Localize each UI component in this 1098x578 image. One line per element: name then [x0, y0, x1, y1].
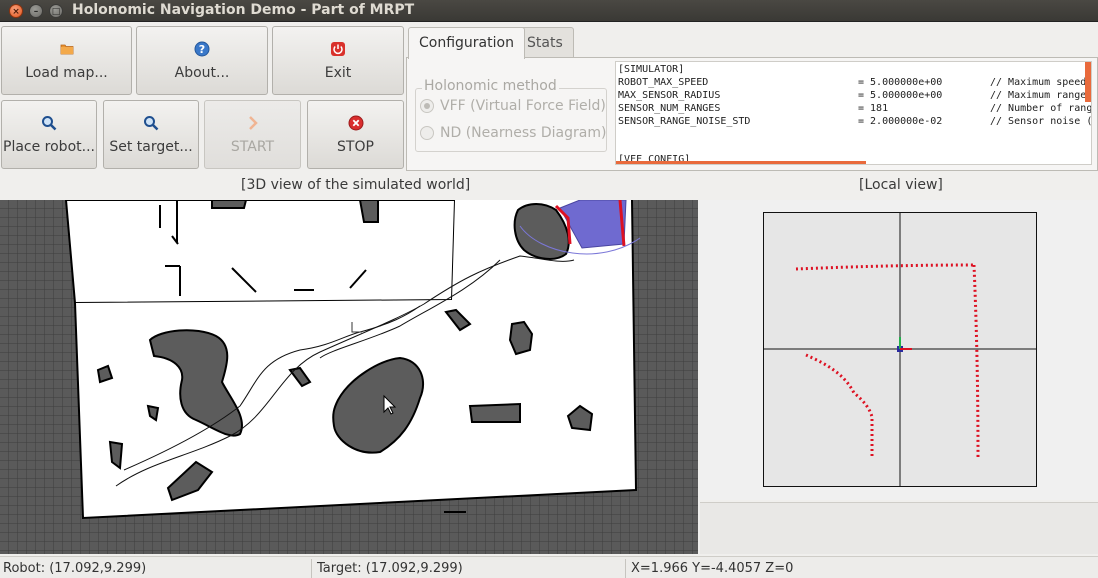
play-arrow-icon [205, 115, 300, 131]
config-comment: // Sensor noise (c [990, 116, 1092, 127]
folder-icon [2, 41, 131, 57]
load-map-button[interactable]: Load map... [1, 26, 132, 95]
radio-vff-label: VFF (Virtual Force Field) [440, 98, 606, 114]
laser-points-left [805, 353, 874, 457]
local-view-plot[interactable] [763, 212, 1037, 487]
help-icon: ? [137, 41, 267, 57]
status-robot: Robot: (17.092,9.299) [0, 559, 312, 578]
config-comment: // Number of range [990, 103, 1092, 114]
power-icon [273, 41, 403, 57]
set-target-label: Set target... [109, 139, 193, 155]
config-horizontal-scrollbar[interactable] [616, 161, 866, 164]
config-value: = 5.000000e+00 [858, 77, 943, 88]
config-value: = 181 [858, 103, 889, 114]
stop-button[interactable]: STOP [307, 100, 404, 169]
radio-unchecked-icon [420, 126, 434, 140]
status-coords: X=1.966 Y=-4.4057 Z=0 [631, 561, 794, 576]
stop-icon [308, 115, 403, 131]
world-3d-view[interactable] [0, 200, 698, 554]
map-free-space-upper [64, 200, 457, 305]
local-view-label: [Local view] [859, 177, 943, 193]
load-map-label: Load map... [25, 65, 108, 81]
config-value: = 5.000000e+00 [858, 90, 943, 101]
magnifier-icon [2, 115, 96, 131]
laser-points-right [972, 264, 980, 458]
config-key: ROBOT_MAX_SPEED [618, 77, 709, 88]
window-title: Holonomic Navigation Demo - Part of MRPT [72, 2, 415, 18]
place-robot-button[interactable]: Place robot... [1, 100, 97, 169]
exit-label: Exit [324, 65, 352, 81]
config-key: SENSOR_NUM_RANGES [618, 103, 721, 114]
holonomic-method-title: Holonomic method [422, 78, 559, 94]
radio-vff[interactable]: VFF (Virtual Force Field) [420, 96, 606, 116]
radio-checked-icon [420, 99, 434, 113]
status-bar: Robot: (17.092,9.299) Target: (17.092,9.… [0, 556, 1098, 578]
window-maximize-icon[interactable]: □ [49, 4, 63, 18]
obstacle [358, 200, 379, 223]
config-value: = 2.000000e-02 [858, 116, 943, 127]
local-view-bottom-area [700, 502, 1098, 554]
world-view-label: [3D view of the simulated world] [241, 177, 471, 193]
status-target: Target: (17.092,9.299) [314, 559, 626, 578]
title-bar: × – □ Holonomic Navigation Demo - Part o… [0, 0, 1098, 22]
obstacle [211, 200, 248, 209]
window-minimize-icon[interactable]: – [29, 4, 43, 18]
config-comment: // Maximum speed [990, 77, 1087, 88]
config-key: SENSOR_RANGE_NOISE_STD [618, 116, 751, 127]
config-comment: // Maximum range [990, 90, 1087, 101]
svg-text:?: ? [199, 43, 205, 56]
tab-configuration[interactable]: Configuration [408, 27, 525, 59]
radio-nd[interactable]: ND (Nearness Diagram) [420, 123, 606, 143]
laser-points-top [795, 263, 975, 271]
start-button[interactable]: START [204, 100, 301, 169]
start-label: START [230, 139, 275, 155]
stop-label: STOP [337, 139, 374, 155]
config-vertical-scrollbar[interactable] [1085, 62, 1091, 102]
config-key: MAX_SENSOR_RADIUS [618, 90, 721, 101]
radio-nd-label: ND (Nearness Diagram) [440, 125, 607, 141]
obstacle [468, 402, 521, 423]
window-close-icon[interactable]: × [9, 4, 23, 18]
place-robot-label: Place robot... [3, 139, 95, 155]
config-text-editor[interactable]: [SIMULATOR] ROBOT_MAX_SPEED = 5.000000e+… [615, 61, 1092, 165]
exit-button[interactable]: Exit [272, 26, 404, 95]
about-label: About... [174, 65, 230, 81]
about-button[interactable]: ? About... [136, 26, 268, 95]
set-target-button[interactable]: Set target... [103, 100, 199, 169]
config-section-header: [SIMULATOR] [618, 64, 685, 75]
magnifier-icon [104, 115, 198, 131]
